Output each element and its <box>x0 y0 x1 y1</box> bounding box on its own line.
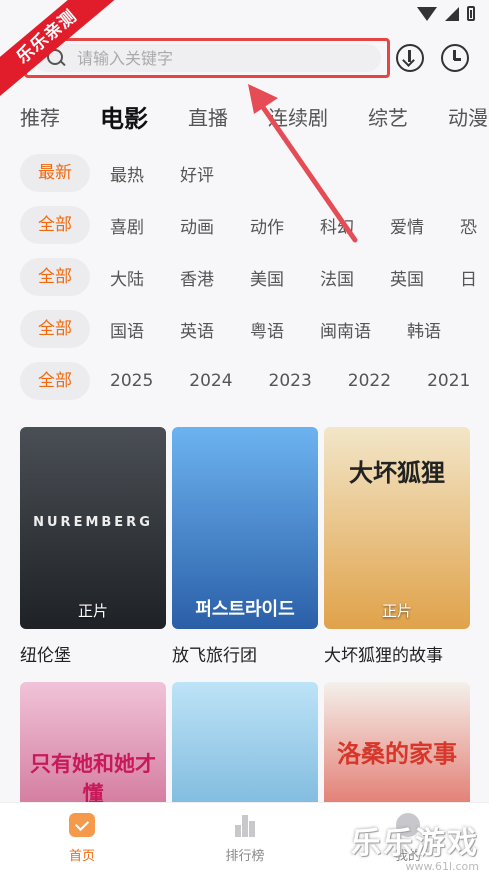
filter-chip[interactable]: 2025 <box>110 371 153 391</box>
filter-row-language: 全部 国语 英语 粤语 闽南语 韩语 <box>20 309 477 349</box>
movie-title: 放飞旅行团 <box>172 646 257 666</box>
nav-label: 排行榜 <box>225 849 265 864</box>
tab-live[interactable]: 直播 <box>188 102 228 131</box>
filter-chip[interactable]: 国语 <box>110 317 144 342</box>
filter-chip[interactable]: 喜剧 <box>110 213 144 238</box>
movie-poster[interactable]: 퍼스트라이드 <box>172 427 318 629</box>
filter-chip[interactable]: 恐 <box>460 213 477 238</box>
nav-label: 首页 <box>68 849 95 864</box>
filter-chip[interactable]: 日 <box>460 265 477 290</box>
poster-title-text: 大坏狐狸 <box>349 459 445 487</box>
poster-title-text: 洛桑的家事 <box>337 740 457 768</box>
filter-chip[interactable]: 美国 <box>250 265 284 290</box>
movie-card[interactable]: 퍼스트라이드 放飞旅行团 <box>172 427 318 666</box>
tab-recommend[interactable]: 推荐 <box>20 102 60 131</box>
wifi-icon <box>417 6 437 21</box>
filter-chip[interactable]: 全部 <box>20 206 90 244</box>
poster-title-text: 퍼스트라이드 <box>195 599 295 620</box>
filter-row-sort: 最新 最热 好评 <box>20 153 250 193</box>
search-input[interactable] <box>77 48 327 68</box>
filter-chip[interactable]: 2022 <box>348 371 391 391</box>
filter-row-year: 全部 2025 2024 2023 2022 2021 <box>20 361 489 401</box>
watermark: 乐乐游戏 www.61l.com <box>351 818 479 871</box>
filter-chip[interactable]: 2024 <box>189 371 232 391</box>
status-badge: 正片 <box>381 602 412 620</box>
movie-poster[interactable]: NUREMBERG 正片 <box>20 427 166 629</box>
poster-title-text: NUREMBERG <box>33 515 153 530</box>
search-bar[interactable] <box>24 38 390 78</box>
movie-title: 纽伦堡 <box>20 646 71 666</box>
status-badge: 正片 <box>77 602 108 620</box>
ranking-icon <box>232 813 258 837</box>
tab-variety[interactable]: 综艺 <box>368 102 408 131</box>
filter-chip[interactable]: 全部 <box>20 362 90 400</box>
filter-chip[interactable]: 闽南语 <box>320 317 371 342</box>
filter-chip[interactable]: 大陆 <box>110 265 144 290</box>
poster-title-text: 只有她和她才懂 <box>30 752 156 806</box>
filter-chip[interactable]: 韩语 <box>407 317 441 342</box>
movie-title: 大坏狐狸的故事 <box>324 646 443 666</box>
movie-card[interactable]: NUREMBERG 正片 纽伦堡 <box>20 427 166 666</box>
signal-icon <box>445 6 459 21</box>
filter-chip[interactable]: 全部 <box>20 258 90 296</box>
download-icon[interactable] <box>396 44 424 72</box>
filter-chip[interactable]: 全部 <box>20 310 90 348</box>
filter-chip[interactable]: 最新 <box>20 154 90 192</box>
filter-chip[interactable]: 香港 <box>180 265 214 290</box>
movie-card[interactable]: 大坏狐狸 正片 大坏狐狸的故事 <box>324 427 470 666</box>
home-icon <box>69 813 95 837</box>
tab-anime[interactable]: 动漫 <box>448 102 488 131</box>
filter-chip[interactable]: 英国 <box>390 265 424 290</box>
nav-ranking[interactable]: 排行榜 <box>205 813 285 864</box>
filter-chip[interactable]: 英语 <box>180 317 214 342</box>
filter-chip[interactable]: 2023 <box>269 371 312 391</box>
filter-chip[interactable]: 爱情 <box>390 213 424 238</box>
filter-chip[interactable]: 粤语 <box>250 317 284 342</box>
watermark-title: 乐乐游戏 <box>351 826 479 861</box>
filter-chip[interactable]: 动画 <box>180 213 214 238</box>
filter-row-region: 全部 大陆 香港 美国 法国 英国 日 <box>20 257 489 297</box>
filter-chip[interactable]: 好评 <box>180 161 214 186</box>
movie-poster[interactable]: 大坏狐狸 正片 <box>324 427 470 629</box>
annotation-arrow <box>248 84 358 243</box>
filter-chip[interactable]: 2021 <box>427 371 470 391</box>
nav-home[interactable]: 首页 <box>42 813 122 864</box>
tab-movie[interactable]: 电影 <box>100 99 148 134</box>
history-clock-icon[interactable] <box>441 44 469 72</box>
filter-chip[interactable]: 法国 <box>320 265 354 290</box>
filter-chip[interactable]: 最热 <box>110 161 144 186</box>
battery-icon <box>467 6 475 21</box>
